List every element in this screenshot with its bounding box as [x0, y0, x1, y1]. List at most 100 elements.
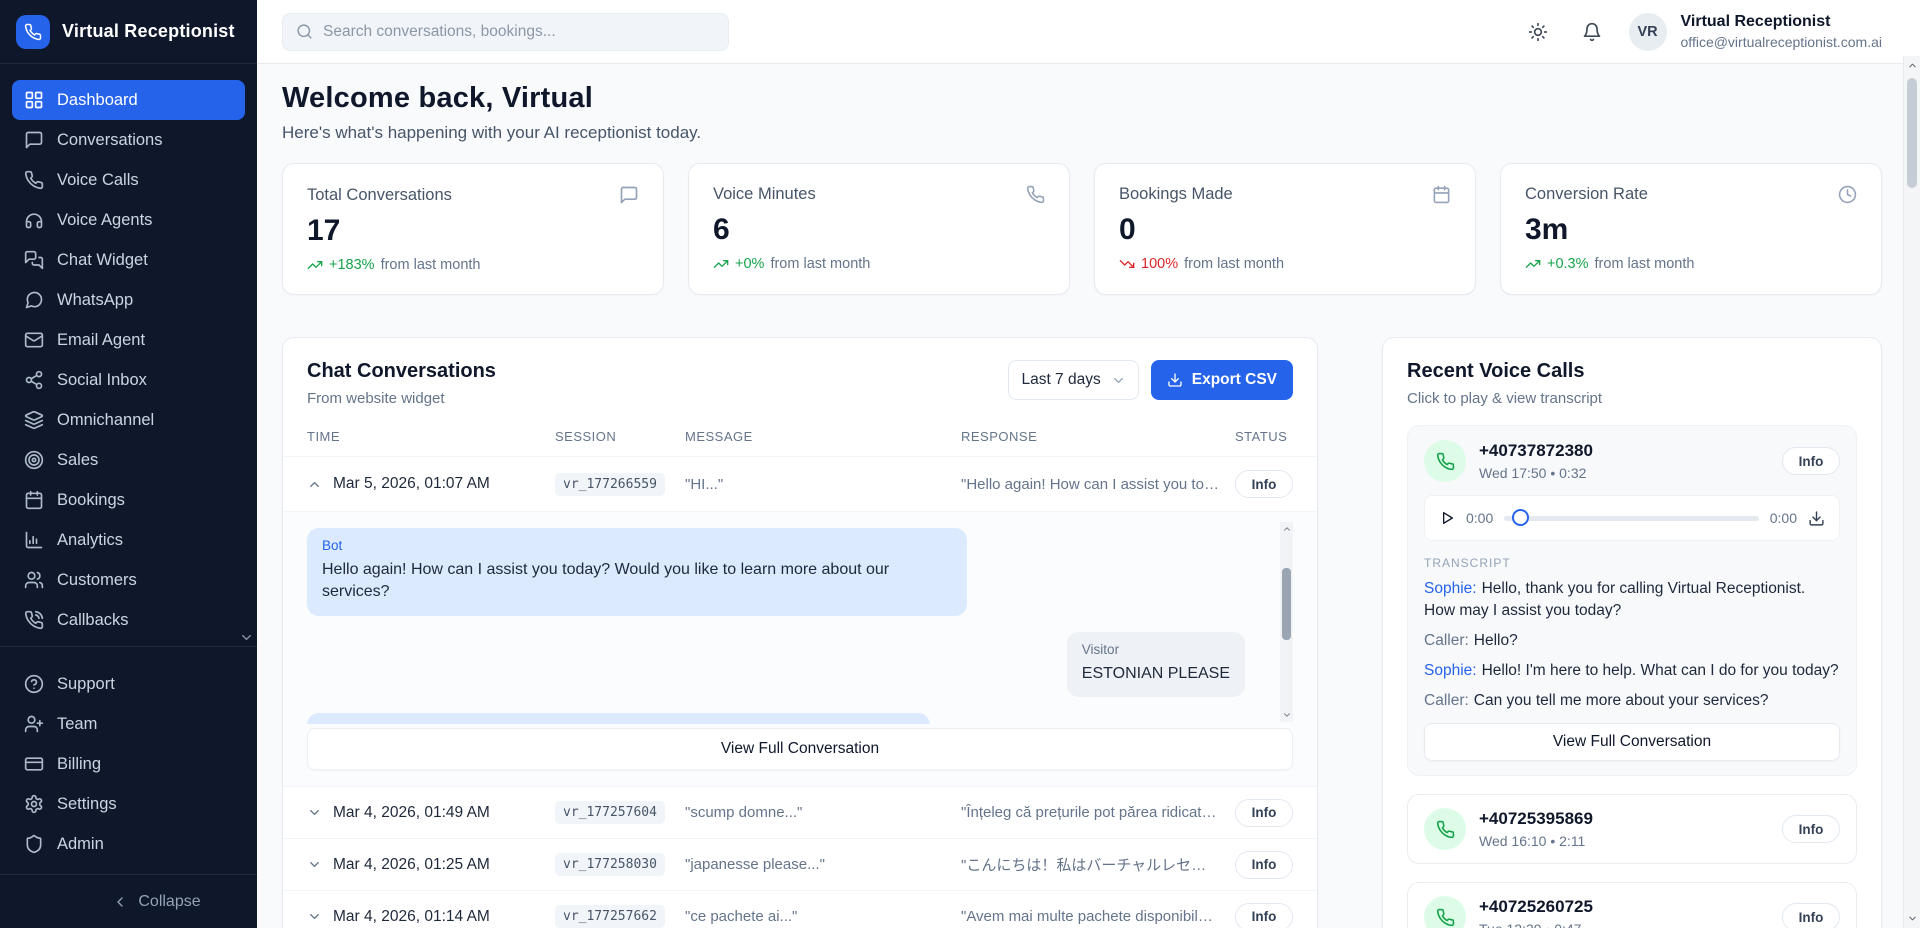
gear-icon: [24, 794, 44, 814]
sidebar-item-sales[interactable]: Sales: [12, 440, 245, 480]
info-badge[interactable]: Info: [1235, 851, 1293, 879]
call-number: +40737872380: [1479, 441, 1593, 461]
stat-value: 0: [1119, 213, 1451, 247]
sidebar-item-analytics[interactable]: Analytics: [12, 520, 245, 560]
info-badge[interactable]: Info: [1235, 470, 1293, 498]
stat-change: +0.3%: [1547, 256, 1589, 272]
sidebar-item-customers[interactable]: Customers: [12, 560, 245, 600]
table-row[interactable]: Mar 4, 2026, 01:49 AM vr_177257604 "scum…: [283, 786, 1317, 838]
mail-icon: [24, 330, 44, 350]
transcript-text: Can you tell me more about your services…: [1474, 692, 1769, 709]
voice-panel-subtitle: Click to play & view transcript: [1407, 390, 1857, 407]
sidebar-item-voice-agents[interactable]: Voice Agents: [12, 200, 245, 240]
voice-call-card[interactable]: +40725260725 Tue 12:39 • 0:47 Info: [1407, 882, 1857, 928]
page-scrollbar[interactable]: [1903, 56, 1920, 928]
current-time: 0:00: [1466, 510, 1493, 526]
chevron-down-icon: [1111, 373, 1126, 388]
sidebar-item-billing[interactable]: Billing: [12, 744, 245, 784]
table-row[interactable]: Mar 4, 2026, 01:14 AM vr_177257662 "ce p…: [283, 890, 1317, 928]
sidebar-item-omnichannel[interactable]: Omnichannel: [12, 400, 245, 440]
view-full-conversation-button[interactable]: View Full Conversation: [1424, 723, 1840, 761]
stat-change: +183%: [329, 257, 375, 273]
row-response: "Avem mai multe pachete disponibile p...: [961, 908, 1235, 925]
sidebar-item-bookings[interactable]: Bookings: [12, 480, 245, 520]
sidebar-item-chat-widget[interactable]: Chat Widget: [12, 240, 245, 280]
sidebar-item-team[interactable]: Team: [12, 704, 245, 744]
bell-icon: [1582, 22, 1602, 42]
expanded-conversation: Bot Hello again! How can I assist you to…: [283, 511, 1317, 786]
play-button[interactable]: [1439, 510, 1455, 526]
session-badge: vr_177258030: [555, 853, 665, 876]
chevron-up-icon[interactable]: [307, 477, 333, 492]
seek-slider[interactable]: [1504, 509, 1759, 527]
recent-voice-calls-panel: Recent Voice Calls Click to play & view …: [1382, 337, 1882, 928]
scrollbar-down-arrow-icon[interactable]: [1904, 910, 1920, 927]
sidebar-item-label: Admin: [57, 835, 104, 854]
page-subtitle: Here's what's happening with your AI rec…: [282, 123, 1882, 143]
user-avatar[interactable]: VR: [1629, 13, 1667, 51]
green-phone-icon: [1424, 808, 1466, 850]
voice-call-card[interactable]: +40737872380 Wed 17:50 • 0:32 Info 0:00 …: [1407, 425, 1857, 776]
brand: Virtual Receptionist: [0, 0, 257, 64]
stat-label: Total Conversations: [307, 186, 452, 205]
transcript-label: TRANSCRIPT: [1424, 556, 1840, 570]
global-search[interactable]: [282, 13, 729, 51]
sidebar-item-label: Omnichannel: [57, 411, 154, 430]
audio-player: 0:00 0:00: [1424, 495, 1840, 541]
date-range-select[interactable]: Last 7 days: [1008, 360, 1138, 400]
layers-icon: [24, 410, 44, 430]
info-badge[interactable]: Info: [1782, 903, 1840, 928]
sidebar-item-support[interactable]: Support: [12, 664, 245, 704]
calendar-icon: [1432, 185, 1451, 204]
view-full-conversation-button[interactable]: View Full Conversation: [307, 728, 1293, 770]
column-time: TIME: [307, 429, 555, 444]
sidebar-item-label: Settings: [57, 795, 117, 814]
info-badge[interactable]: Info: [1782, 815, 1840, 843]
row-response: "Înțeleg că prețurile pot părea ridicate…: [961, 804, 1235, 821]
chat-scrollbar[interactable]: [1280, 522, 1293, 722]
voice-panel-title: Recent Voice Calls: [1407, 360, 1857, 383]
export-csv-button[interactable]: Export CSV: [1151, 360, 1293, 400]
scrollbar-thumb[interactable]: [1282, 568, 1291, 640]
sidebar-item-callbacks[interactable]: Callbacks: [12, 600, 245, 640]
sidebar-item-conversations[interactable]: Conversations: [12, 120, 245, 160]
voice-call-card[interactable]: +40725395869 Wed 16:10 • 2:11 Info: [1407, 794, 1857, 864]
table-row[interactable]: Mar 5, 2026, 01:07 AM vr_177266559 "HI..…: [283, 456, 1317, 511]
stat-change-suffix: from last month: [1184, 256, 1284, 272]
scrollbar-down-arrow-icon[interactable]: [1280, 708, 1293, 722]
table-row[interactable]: Mar 4, 2026, 01:25 AM vr_177258030 "japa…: [283, 838, 1317, 890]
theme-toggle-button[interactable]: [1521, 15, 1555, 49]
info-badge[interactable]: Info: [1235, 903, 1293, 928]
sidebar-item-whatsapp[interactable]: WhatsApp: [12, 280, 245, 320]
sidebar-item-email-agent[interactable]: Email Agent: [12, 320, 245, 360]
sidebar-item-dashboard[interactable]: Dashboard: [12, 80, 245, 120]
page-title: Welcome back, Virtual: [282, 82, 1882, 115]
stat-card-bookings-made: Bookings Made 0 100% from last month: [1094, 163, 1476, 295]
info-badge[interactable]: Info: [1235, 799, 1293, 827]
sidebar-scroll-chevron-down-icon[interactable]: [239, 630, 254, 645]
chevron-down-icon[interactable]: [307, 805, 333, 820]
download-recording-button[interactable]: [1808, 510, 1825, 527]
user-meta: Virtual Receptionist office@virtualrecep…: [1681, 12, 1882, 52]
scrollbar-up-arrow-icon[interactable]: [1280, 522, 1293, 536]
info-badge[interactable]: Info: [1782, 447, 1840, 475]
collapse-sidebar-button[interactable]: Collapse: [0, 875, 257, 928]
chevron-down-icon[interactable]: [307, 857, 333, 872]
slider-knob[interactable]: [1512, 509, 1529, 526]
call-meta: Tue 12:39 • 0:47: [1479, 921, 1593, 928]
scrollbar-thumb[interactable]: [1907, 78, 1917, 188]
headphones-icon: [24, 210, 44, 230]
scrollbar-up-arrow-icon[interactable]: [1904, 57, 1920, 74]
session-badge: vr_177266559: [555, 473, 665, 496]
sidebar-item-social-inbox[interactable]: Social Inbox: [12, 360, 245, 400]
download-icon: [1167, 372, 1183, 388]
sidebar-item-voice-calls[interactable]: Voice Calls: [12, 160, 245, 200]
chevron-down-icon[interactable]: [307, 909, 333, 924]
chat-messages-scroll-area[interactable]: Bot Hello again! How can I assist you to…: [307, 518, 1293, 724]
notifications-button[interactable]: [1575, 15, 1609, 49]
sidebar-item-admin[interactable]: Admin: [12, 824, 245, 864]
sidebar-main-nav: Dashboard Conversations Voice Calls Voic…: [0, 64, 257, 640]
share-icon: [24, 370, 44, 390]
search-input[interactable]: [323, 23, 715, 41]
sidebar-item-settings[interactable]: Settings: [12, 784, 245, 824]
